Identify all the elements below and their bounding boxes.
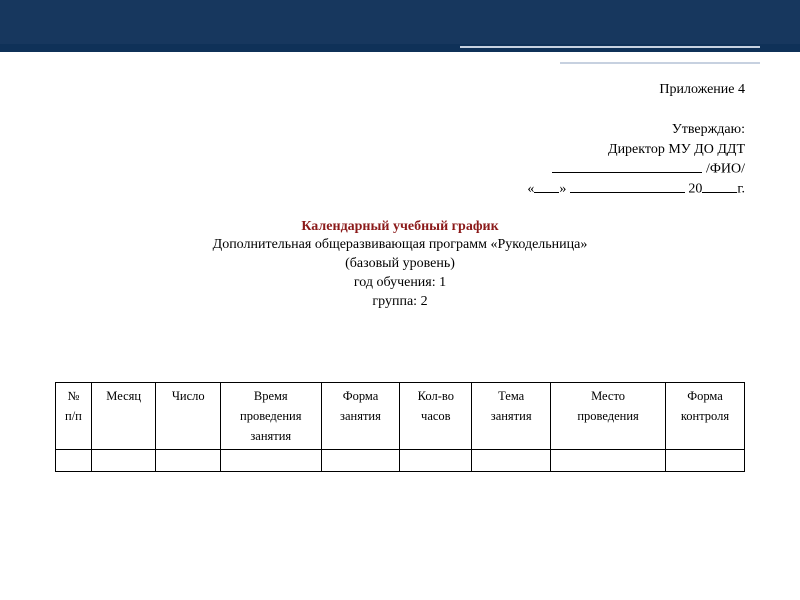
col-time-l2: проведения [225,406,316,426]
decorative-line [460,46,760,48]
fio-suffix: /ФИО/ [702,162,745,177]
col-number-l2: п/п [60,406,87,426]
col-hours-l2: часов [404,406,467,426]
col-place: Место проведения [551,383,666,450]
col-time-l1: Время [225,386,316,406]
date-month-blank [570,179,685,193]
col-hours: Кол-во часов [400,383,472,450]
approve-label: Утверждаю: [55,120,745,140]
document-title: Календарный учебный график [55,218,745,237]
col-topic: Тема занятия [472,383,551,450]
col-hours-l1: Кол-во [404,386,467,406]
table-header-row: № п/п Месяц Число Время проведения занят… [56,383,745,450]
director-label: Директор МУ ДО ДДТ [55,140,745,160]
date-open-quote: « [527,182,534,197]
group-number: группа: 2 [55,293,745,312]
date-year-blank [702,179,737,193]
col-month-label: Месяц [96,386,152,406]
col-form-l2: занятия [326,406,396,426]
program-name: Дополнительная общеразвивающая программ … [55,236,745,255]
col-number-l1: № [60,386,87,406]
date-mid: » [559,182,570,197]
col-control-l2: контроля [670,406,740,426]
cell [472,450,551,472]
col-control: Форма контроля [665,383,744,450]
signature-blank [552,159,702,173]
title-block: Календарный учебный график Дополнительна… [55,218,745,312]
cell [156,450,221,472]
col-time-l3: занятия [225,426,316,446]
signature-line-row: /ФИО/ [55,159,745,179]
date-line-row: « » 20 г. [55,179,745,199]
decorative-line [560,62,760,64]
cell [551,450,666,472]
cell [221,450,321,472]
cell [400,450,472,472]
date-year-suffix: г. [737,182,745,197]
program-level: (базовый уровень) [55,255,745,274]
cell [91,450,156,472]
study-year: год обучения: 1 [55,274,745,293]
col-number: № п/п [56,383,92,450]
table-row [56,450,745,472]
appendix-label: Приложение 4 [55,82,745,98]
col-form: Форма занятия [321,383,400,450]
col-day: Число [156,383,221,450]
approval-block: Утверждаю: Директор МУ ДО ДДТ /ФИО/ « » 2… [55,120,745,200]
col-time: Время проведения занятия [221,383,321,450]
col-place-l2: проведения [555,406,661,426]
col-place-l1: Место [555,386,661,406]
date-year-prefix: 20 [685,182,703,197]
col-topic-l2: занятия [476,406,546,426]
date-day-blank [534,179,559,193]
slide-top-banner [0,0,800,52]
cell [665,450,744,472]
col-day-label: Число [160,386,216,406]
cell [321,450,400,472]
document-body: Приложение 4 Утверждаю: Директор МУ ДО Д… [0,52,800,472]
col-control-l1: Форма [670,386,740,406]
cell [56,450,92,472]
col-topic-l1: Тема [476,386,546,406]
col-form-l1: Форма [326,386,396,406]
col-month: Месяц [91,383,156,450]
schedule-table: № п/п Месяц Число Время проведения занят… [55,382,745,472]
